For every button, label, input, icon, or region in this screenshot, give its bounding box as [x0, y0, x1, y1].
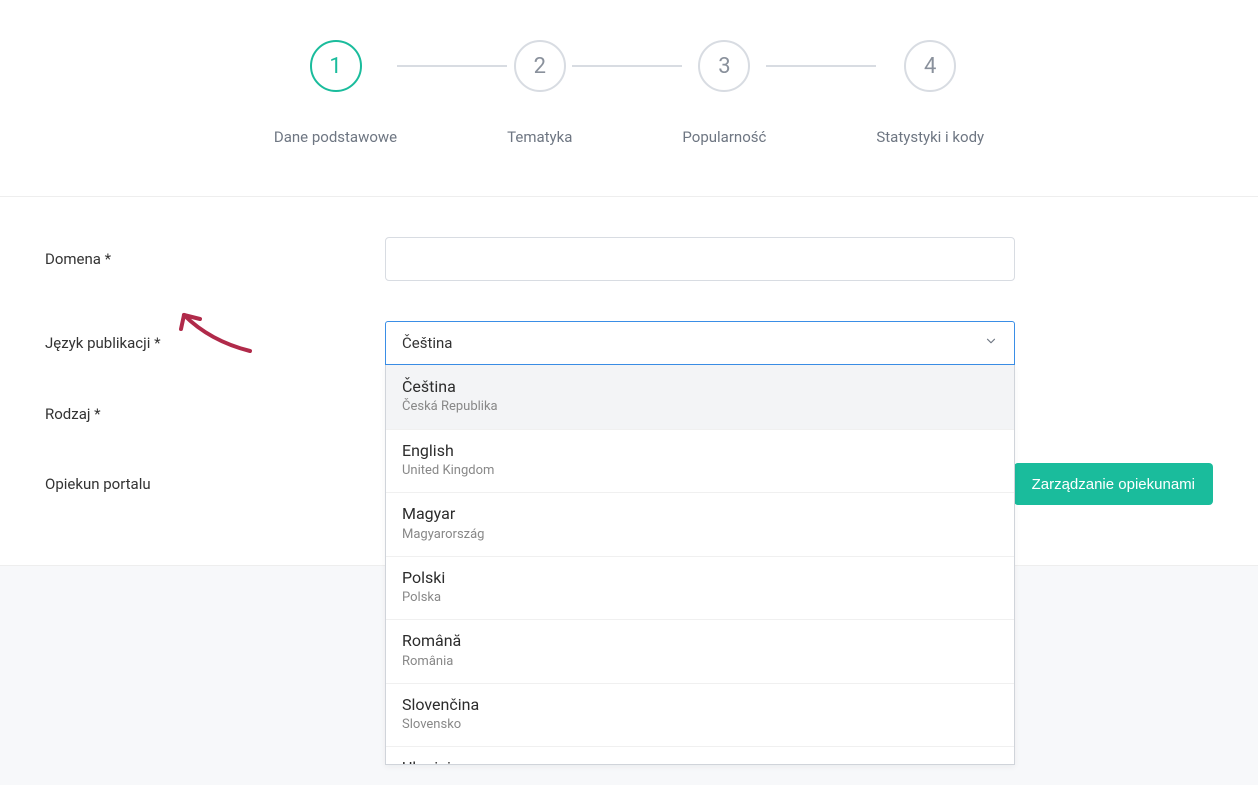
language-option[interactable]: ČeštinaČeská Republika — [386, 365, 1014, 429]
language-label: Język publikacji * — [45, 334, 365, 352]
step-label: Popularność — [682, 128, 766, 146]
keeper-label: Opiekun portalu — [45, 475, 365, 493]
language-option[interactable]: UkrainianУкраїна — [386, 746, 1014, 765]
step-3[interactable]: 3 Popularność — [682, 40, 766, 146]
domain-label: Domena * — [45, 250, 365, 268]
step-connector — [397, 65, 507, 67]
step-connector — [572, 65, 682, 67]
step-1[interactable]: 1 Dane podstawowe — [274, 40, 397, 146]
language-option-secondary: România — [402, 653, 998, 671]
language-option[interactable]: MagyarMagyarország — [386, 492, 1014, 556]
language-option-secondary: Česká Republika — [402, 398, 998, 416]
step-circle: 2 — [514, 40, 566, 92]
step-connector — [766, 65, 876, 67]
kind-label: Rodzaj * — [45, 405, 365, 423]
step-4[interactable]: 4 Statystyki i kody — [876, 40, 984, 146]
stepper: 1 Dane podstawowe 2 Tematyka 3 Popularność 4 St… — [0, 0, 1258, 197]
row-domain: Domena * — [45, 237, 1213, 281]
language-option-secondary: United Kingdom — [402, 462, 998, 480]
language-option-secondary: Magyarország — [402, 526, 998, 544]
language-select[interactable]: Čeština — [385, 321, 1015, 365]
step-circle: 1 — [310, 40, 362, 92]
row-language: Język publikacji * Čeština ČeštinaČeská … — [45, 321, 1213, 365]
language-option[interactable]: RomânăRomânia — [386, 619, 1014, 683]
step-2[interactable]: 2 Tematyka — [507, 40, 572, 146]
chevron-down-icon — [984, 334, 998, 352]
language-dropdown[interactable]: ČeštinaČeská RepublikaEnglishUnited King… — [385, 365, 1015, 765]
manage-keepers-button[interactable]: Zarządzanie opiekunami — [1014, 463, 1213, 505]
language-option-secondary: Slovensko — [402, 716, 998, 734]
language-option-primary: Română — [402, 630, 998, 652]
step-label: Dane podstawowe — [274, 128, 397, 146]
domain-input[interactable] — [385, 237, 1015, 281]
language-selected-value: Čeština — [402, 334, 452, 352]
language-option[interactable]: PolskiPolska — [386, 556, 1014, 620]
language-option-secondary: Polska — [402, 589, 998, 607]
language-option[interactable]: EnglishUnited Kingdom — [386, 429, 1014, 493]
language-option-primary: Čeština — [402, 376, 998, 398]
step-circle: 4 — [904, 40, 956, 92]
step-label: Statystyki i kody — [876, 128, 984, 146]
form-section: Domena * Język publikacji * Čeština Češt… — [15, 197, 1243, 565]
step-circle: 3 — [698, 40, 750, 92]
language-option[interactable]: SlovenčinaSlovensko — [386, 683, 1014, 747]
language-option-primary: Slovenčina — [402, 694, 998, 716]
language-option-primary: Ukrainian — [402, 757, 998, 765]
language-option-primary: Magyar — [402, 503, 998, 525]
language-option-primary: Polski — [402, 567, 998, 589]
step-label: Tematyka — [507, 128, 572, 146]
language-option-primary: English — [402, 440, 998, 462]
